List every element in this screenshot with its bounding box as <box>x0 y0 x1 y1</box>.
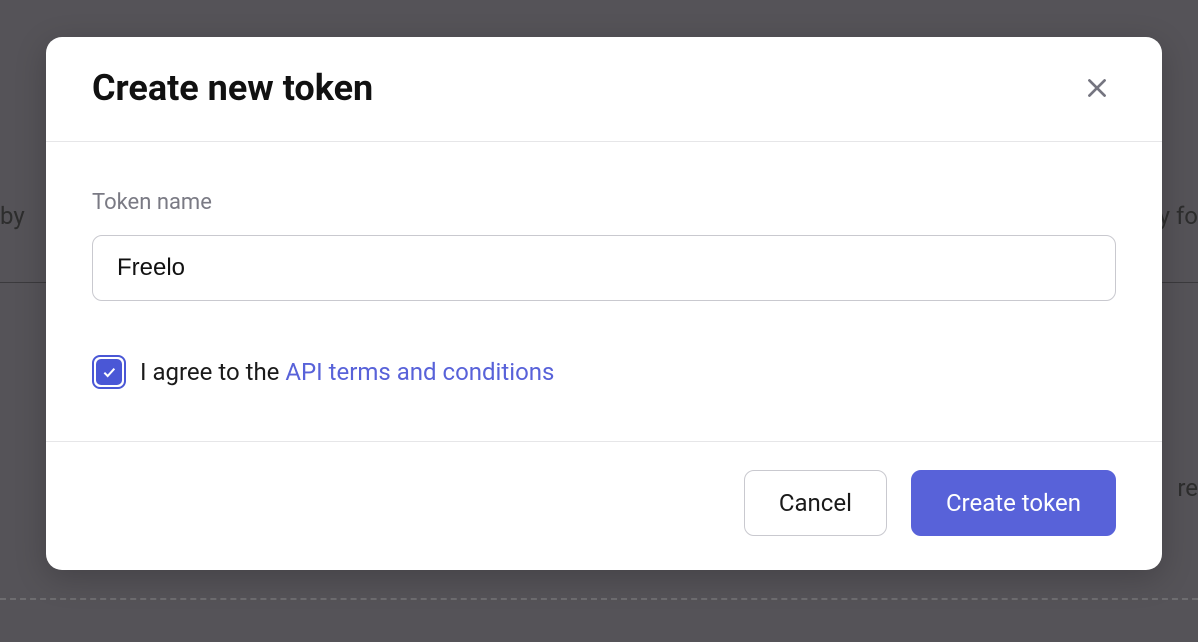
token-name-input[interactable] <box>92 235 1116 301</box>
backdrop-text-right2: re <box>1177 474 1198 502</box>
close-button[interactable] <box>1078 69 1116 107</box>
agree-label: I agree to the API terms and conditions <box>140 358 554 386</box>
agree-checkbox[interactable] <box>92 355 126 389</box>
checkmark-icon <box>101 364 117 380</box>
modal-header: Create new token <box>46 37 1162 142</box>
create-token-modal: Create new token Token name I agree to t… <box>46 37 1162 570</box>
modal-footer: Cancel Create token <box>46 441 1162 570</box>
backdrop-divider-dashed <box>0 598 1198 600</box>
terms-link[interactable]: API terms and conditions <box>285 358 554 386</box>
agree-row: I agree to the API terms and conditions <box>92 355 1116 389</box>
modal-title: Create new token <box>92 67 373 109</box>
backdrop-text-right: y fo <box>1159 202 1198 230</box>
modal-body: Token name I agree to the API terms and … <box>46 142 1162 441</box>
agree-prefix-text: I agree to the <box>140 358 285 386</box>
cancel-button[interactable]: Cancel <box>744 470 887 536</box>
backdrop-text-left: by <box>0 202 25 230</box>
close-icon <box>1084 75 1110 101</box>
create-token-button[interactable]: Create token <box>911 470 1116 536</box>
token-name-label: Token name <box>92 190 1116 215</box>
